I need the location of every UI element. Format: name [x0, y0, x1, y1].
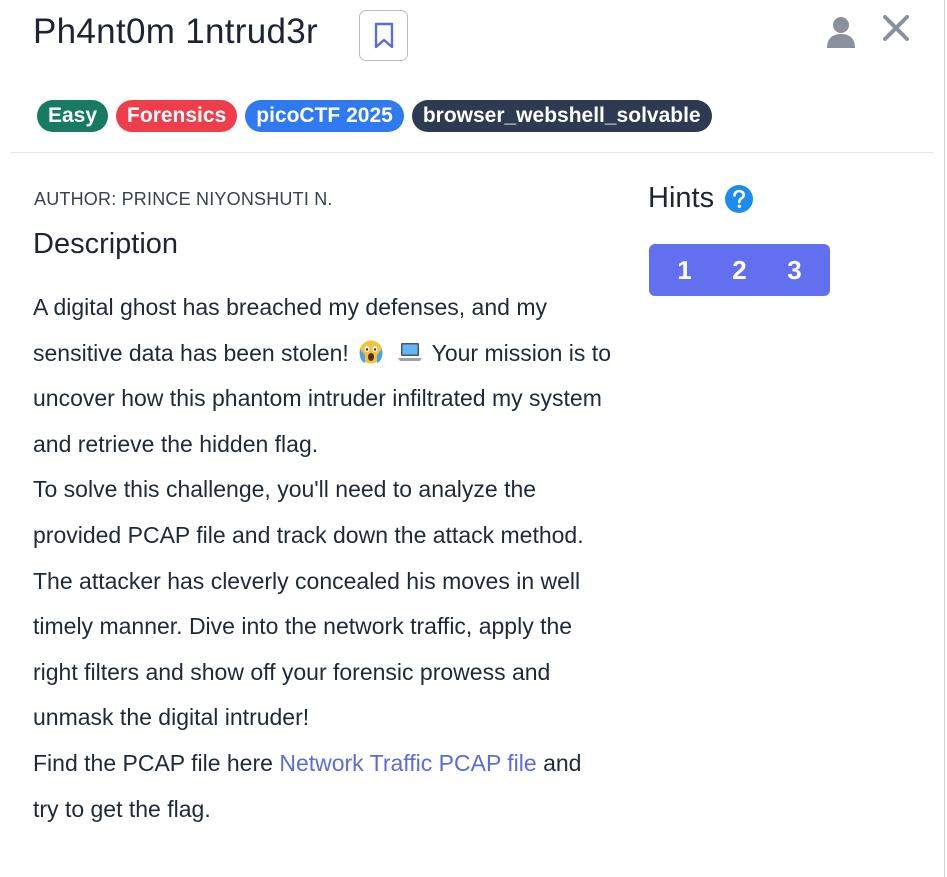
- author-line: AUTHOR: PRINCE NIYONSHUTI N.: [34, 189, 333, 209]
- pcap-file-link[interactable]: Network Traffic PCAP file: [279, 750, 536, 776]
- description-paragraph: To solve this challenge, you'll need to …: [33, 476, 584, 731]
- challenge-header: Ph4nt0m 1ntrud3r Easy Forensics picoCTF …: [0, 0, 947, 152]
- hints-title: Hints: [648, 182, 715, 214]
- bookmark-button[interactable]: [359, 10, 408, 61]
- description-heading: Description: [33, 228, 179, 260]
- hints-bar: 1 2 3: [649, 244, 830, 296]
- close-icon[interactable]: [880, 12, 912, 44]
- user-icon[interactable]: [823, 14, 859, 50]
- tag-webshell[interactable]: browser_webshell_solvable: [411, 100, 712, 132]
- tag-list: Easy Forensics picoCTF 2025 browser_webs…: [37, 100, 712, 132]
- description-text: Find the PCAP file here: [33, 749, 273, 776]
- scream-emoji-icon: [359, 340, 383, 364]
- hints-heading: Hints: [648, 182, 754, 215]
- laptop-emoji-icon: [397, 342, 422, 361]
- header-divider: [10, 152, 933, 153]
- hint-2-button[interactable]: 2: [716, 255, 764, 286]
- help-icon[interactable]: [724, 184, 754, 214]
- challenge-title: Ph4nt0m 1ntrud3r: [33, 12, 318, 51]
- description-body: A digital ghost has breached my defenses…: [33, 285, 613, 832]
- bookmark-icon: [374, 22, 393, 48]
- tag-category[interactable]: Forensics: [116, 100, 238, 132]
- tag-event[interactable]: picoCTF 2025: [245, 100, 404, 132]
- description-paragraph: A digital ghost has breached my defenses…: [33, 285, 613, 467]
- tag-difficulty[interactable]: Easy: [37, 100, 109, 132]
- hint-3-button[interactable]: 3: [771, 255, 819, 286]
- hint-1-button[interactable]: 1: [661, 255, 709, 286]
- description-paragraph: Find the PCAP file here Network Traffic …: [33, 741, 613, 832]
